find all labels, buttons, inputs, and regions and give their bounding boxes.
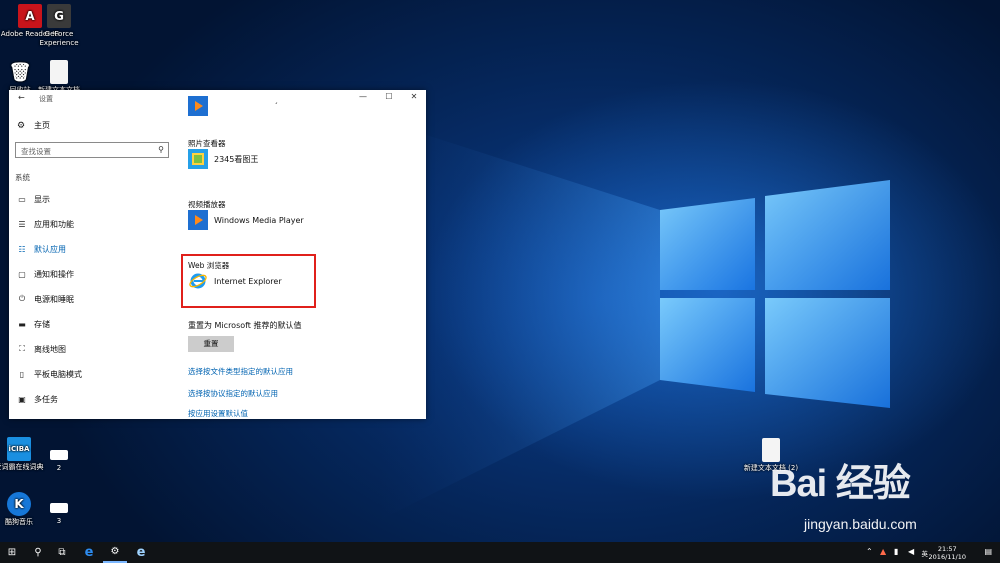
search-input[interactable]: 查找设置 ⚲	[15, 142, 169, 158]
video-player-label: 视频播放器	[188, 200, 226, 209]
sidebar-item-display[interactable]: ▭ 显示	[17, 192, 50, 206]
kugou-icon: K	[7, 492, 31, 516]
baidu-watermark: Bai 经验 jingyan.baidu.com	[760, 452, 1000, 542]
input-language[interactable]: 英	[922, 548, 929, 558]
video-player-app[interactable]: Windows Media Player	[188, 210, 304, 230]
link-protocol-defaults[interactable]: 选择按协议指定的默认应用	[188, 388, 278, 399]
sidebar-item-apps[interactable]: ☰ 应用和功能	[17, 217, 74, 231]
sidebar-item-label: 显示	[34, 194, 50, 204]
geforce-icon: G	[47, 4, 71, 28]
sidebar-item-label: 平板电脑模式	[34, 369, 82, 379]
sidebar-item-label: 存储	[34, 319, 50, 329]
watermark-url: jingyan.baidu.com	[804, 516, 917, 532]
task-view-button[interactable]: ⧉	[50, 542, 74, 563]
search-icon: ⚲	[158, 145, 164, 154]
sidebar-item-storage[interactable]: ▬ 存储	[17, 317, 50, 331]
search-button[interactable]: ⚲	[26, 542, 50, 563]
iciba-icon: iCIBA	[7, 437, 31, 461]
sidebar-item-label: 电源和睡眠	[34, 294, 74, 304]
sidebar-item-default-apps[interactable]: ☷ 默认应用	[17, 242, 66, 256]
taskbar: ⊞ ⚲ ⧉ e ⚙ e ⌃ ▲ ▮ ◀ 英 21:57 2016/11/10 ▤	[0, 542, 1000, 563]
window-title: 设置	[39, 95, 53, 103]
apps-list-icon: ☰	[18, 219, 26, 229]
link-file-type-defaults[interactable]: 选择按文件类型指定的默认应用	[188, 366, 293, 377]
media-player-icon	[188, 96, 208, 116]
sidebar-item-tablet-mode[interactable]: ▯ 平板电脑模式	[17, 367, 82, 381]
highlight-box	[181, 254, 316, 308]
windows-icon: ⊞	[7, 547, 17, 558]
taskbar-settings[interactable]: ⚙	[103, 542, 127, 563]
gear-icon: ⚙	[17, 120, 26, 131]
storage-icon: ▬	[18, 319, 26, 329]
app-name: 2345看图王	[214, 154, 259, 164]
watermark-logo: Bai 经验	[770, 463, 911, 505]
start-button[interactable]: ⊞	[0, 542, 24, 563]
multitask-icon: ▣	[18, 394, 26, 404]
default-apps-icon: ☷	[18, 244, 26, 254]
back-button[interactable]: ←	[18, 93, 25, 102]
internet-explorer-icon: e	[136, 545, 146, 560]
photo-viewer-app[interactable]: 2345看图王	[188, 149, 258, 169]
network-icon[interactable]: ▮	[894, 547, 898, 556]
search-icon: ⚲	[34, 547, 42, 558]
home-label: 主页	[34, 121, 50, 130]
app-name: Windows Media Player	[214, 215, 304, 225]
system-tray: ⌃ ▲ ▮ ◀ 英 21:57 2016/11/10 ▤	[860, 542, 1000, 563]
photo-viewer-label: 照片查看器	[188, 139, 226, 148]
notification-icon: ▢	[18, 269, 26, 279]
sidebar-item-label: 默认应用	[34, 244, 66, 254]
gear-icon: ⚙	[110, 546, 120, 557]
warning-icon[interactable]: ▲	[880, 547, 886, 556]
desktop-icon-geforce[interactable]: G GeForce Experience	[29, 4, 89, 48]
app-name: ˊ	[274, 101, 278, 111]
close-button[interactable]: ✕	[402, 92, 426, 101]
app-row-partial[interactable]: ˊ	[188, 96, 278, 116]
image-viewer-app-icon	[188, 149, 208, 169]
search-placeholder: 查找设置	[21, 147, 51, 156]
clock-date: 2016/11/10	[928, 553, 966, 561]
minimize-button[interactable]: —	[351, 92, 375, 101]
text-document-icon	[50, 60, 68, 84]
sidebar-item-label: 多任务	[34, 394, 58, 404]
settings-sidebar: ⚙ 主页 查找设置 ⚲ 系统 ▭ 显示 ☰ 应用和功能 ☷ 默认应用 ▢ 通知和…	[9, 106, 179, 419]
taskbar-edge[interactable]: e	[77, 542, 101, 563]
clock[interactable]: 21:57 2016/11/10	[929, 545, 966, 561]
sidebar-item-offline-maps[interactable]: ⛶ 离线地图	[17, 342, 66, 356]
desktop-icon-label: GeForce Experience	[39, 30, 79, 47]
desktop-icon-label: 2	[56, 464, 62, 472]
notification-center-icon[interactable]: ▤	[984, 547, 992, 556]
task-view-icon: ⧉	[58, 547, 66, 558]
sidebar-item-label: 应用和功能	[34, 219, 74, 229]
tablet-icon: ▯	[19, 369, 25, 379]
volume-icon[interactable]: ◀	[908, 547, 914, 556]
map-icon: ⛶	[19, 344, 25, 353]
home-nav-item[interactable]: ⚙ 主页	[17, 120, 50, 131]
power-icon: ⏻	[18, 294, 26, 303]
reset-label: 重置为 Microsoft 推荐的默认值	[188, 321, 302, 330]
chevron-up-icon[interactable]: ⌃	[866, 547, 873, 556]
clock-time: 21:57	[937, 545, 957, 553]
monitor-icon: ▭	[18, 194, 26, 204]
sidebar-item-multitasking[interactable]: ▣ 多任务	[17, 392, 58, 406]
section-label: 系统	[15, 173, 30, 182]
reset-button[interactable]: 重置	[188, 336, 234, 352]
sidebar-item-label: 通知和操作	[34, 269, 74, 279]
media-player-icon	[188, 210, 208, 230]
link-app-defaults[interactable]: 按应用设置默认值	[188, 408, 248, 419]
desktop-icon-2[interactable]: 2	[39, 450, 79, 472]
sidebar-item-label: 离线地图	[34, 344, 66, 354]
desktop-icon-3[interactable]: 3	[39, 503, 79, 525]
maximize-button[interactable]: ☐	[377, 92, 401, 101]
taskbar-ie[interactable]: e	[129, 542, 153, 563]
sidebar-item-power[interactable]: ⏻ 电源和睡眠	[17, 292, 74, 306]
edge-icon: e	[84, 545, 94, 560]
drive-icon	[50, 450, 68, 460]
desktop-icon-label: 3	[56, 517, 62, 525]
drive-icon	[50, 503, 68, 513]
sidebar-item-notifications[interactable]: ▢ 通知和操作	[17, 267, 74, 281]
